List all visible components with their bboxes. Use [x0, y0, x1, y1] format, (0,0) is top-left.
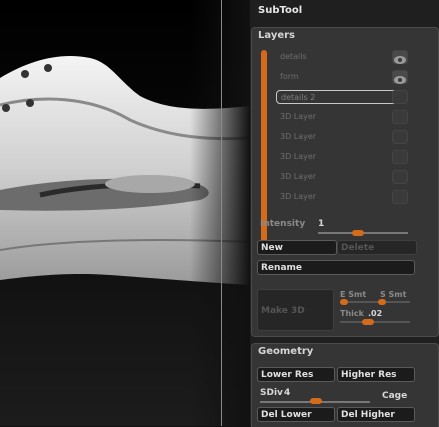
layers-section: Layers details form details 2 3D Layer 3D La… — [251, 27, 439, 337]
layer-row[interactable]: 3D Layer — [276, 130, 406, 144]
layers-header[interactable]: Layers — [258, 30, 295, 41]
higher-res-button[interactable]: Higher Res — [337, 367, 415, 382]
intensity-value: 1 — [318, 219, 325, 229]
layer-visibility-eye-icon[interactable] — [392, 190, 408, 204]
layer-row[interactable]: details — [276, 50, 406, 64]
layer-visibility-eye-icon[interactable] — [392, 110, 408, 124]
layer-visibility-eye-icon[interactable] — [392, 50, 408, 64]
thick-label: Thick — [340, 309, 364, 318]
layer-visibility-eye-icon[interactable] — [392, 170, 408, 184]
sdiv-slider-knob[interactable] — [310, 398, 322, 404]
del-lower-button[interactable]: Del Lower — [257, 407, 335, 422]
rename-layer-button[interactable]: Rename — [257, 260, 415, 275]
viewport-divider — [221, 0, 222, 426]
smt-slider[interactable] — [340, 301, 410, 303]
panel-title: SubTool — [258, 5, 303, 16]
layer-row[interactable]: 3D Layer — [276, 150, 406, 164]
sdiv-value: 4 — [284, 388, 291, 398]
layer-visibility-eye-icon[interactable] — [392, 90, 408, 104]
layer-row[interactable]: details 2 — [276, 90, 406, 104]
layer-visibility-eye-icon[interactable] — [392, 70, 408, 84]
thick-slider[interactable] — [340, 321, 410, 323]
layer-visibility-eye-icon[interactable] — [392, 150, 408, 164]
lower-res-button[interactable]: Lower Res — [257, 367, 335, 382]
layer-row[interactable]: 3D Layer — [276, 110, 406, 124]
cage-button[interactable]: Cage — [382, 391, 407, 401]
layer-row[interactable]: 3D Layer — [276, 170, 406, 184]
layer-row[interactable]: form — [276, 70, 406, 84]
sdiv-label: SDiv — [260, 388, 283, 398]
e-smt-slider-knob[interactable] — [340, 299, 348, 305]
geometry-section: Geometry Lower Res Higher Res SDiv 4 Cag… — [251, 343, 439, 427]
del-higher-button[interactable]: Del Higher — [337, 407, 415, 422]
e-smt-label: E Smt — [340, 290, 367, 299]
s-smt-label: S Smt — [380, 290, 407, 299]
shoe-model — [0, 0, 250, 426]
layer-row[interactable]: 3D Layer — [276, 190, 406, 204]
thick-slider-knob[interactable] — [362, 319, 374, 325]
layers-scrollbar[interactable] — [261, 50, 267, 246]
layer-visibility-eye-icon[interactable] — [392, 130, 408, 144]
3d-viewport[interactable] — [0, 0, 250, 426]
delete-layer-button[interactable]: Delete — [337, 240, 417, 255]
geometry-header[interactable]: Geometry — [258, 346, 313, 357]
make-3d-button[interactable]: Make 3D — [257, 289, 334, 331]
new-layer-button[interactable]: New — [257, 240, 337, 255]
s-smt-slider-knob[interactable] — [378, 299, 386, 305]
intensity-label: Intensity — [260, 219, 306, 229]
subtool-panel: SubTool Layers details form details 2 3D La… — [250, 0, 439, 427]
intensity-slider-knob[interactable] — [352, 230, 364, 236]
thick-value: .02 — [368, 309, 383, 318]
